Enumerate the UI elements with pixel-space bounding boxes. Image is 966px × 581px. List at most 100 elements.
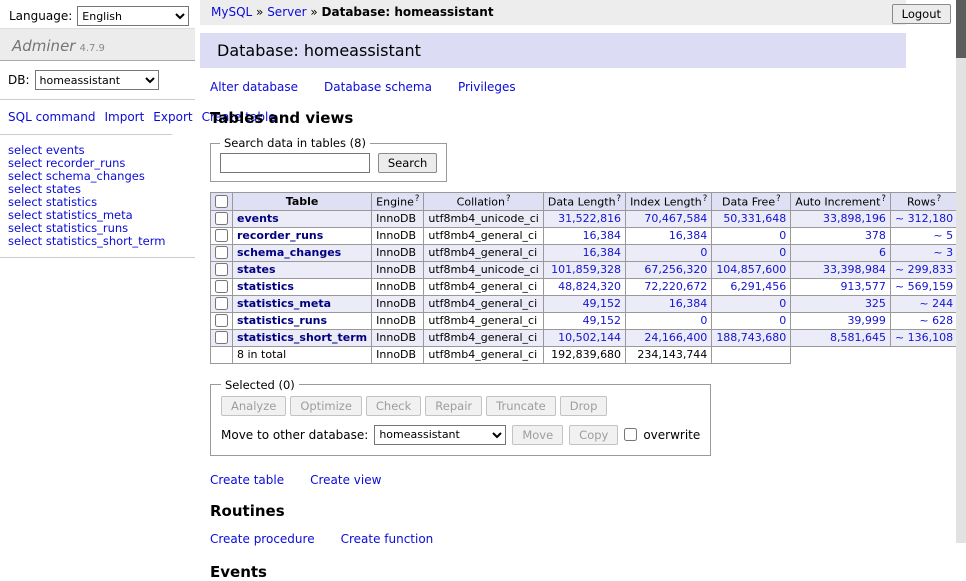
rows-link[interactable]: ~ 136,108 (895, 331, 953, 344)
create-function-link[interactable]: Create function (341, 532, 434, 546)
logout-button[interactable]: Logout (892, 4, 951, 24)
create-procedure-link[interactable]: Create procedure (210, 532, 315, 546)
index-length-link[interactable]: 24,166,400 (644, 331, 707, 344)
auto-increment-link[interactable]: 8,581,645 (830, 331, 886, 344)
sidebar-table-link-statistics[interactable]: statistics (46, 195, 97, 209)
check-button[interactable]: Check (366, 396, 421, 416)
data-free-link[interactable]: 0 (779, 229, 786, 242)
create-view-link[interactable]: Create view (310, 473, 381, 487)
data-free-link[interactable]: 6,291,456 (730, 280, 786, 293)
row-checkbox-statistics-short-term[interactable] (215, 331, 228, 344)
index-length-link[interactable]: 0 (700, 246, 707, 259)
auto-increment-link[interactable]: 378 (865, 229, 886, 242)
sidebar-table-link-schema-changes[interactable]: schema_changes (46, 169, 145, 183)
row-checkbox-statistics-meta[interactable] (215, 297, 228, 310)
data-length-link[interactable]: 48,824,320 (558, 280, 621, 293)
optimize-button[interactable]: Optimize (290, 396, 362, 416)
index-length-link[interactable]: 70,467,584 (644, 212, 707, 225)
select-link-schema-changes[interactable]: select (8, 169, 42, 183)
overwrite-checkbox[interactable] (624, 428, 637, 441)
search-button[interactable]: Search (378, 153, 438, 173)
table-name-link-recorder-runs[interactable]: recorder_runs (237, 229, 323, 242)
rows-link[interactable]: ~ 312,180 (895, 212, 953, 225)
sidebar-link-import[interactable]: Import (104, 110, 144, 124)
data-length-link[interactable]: 49,152 (583, 297, 622, 310)
sidebar-table-link-statistics-short-term[interactable]: statistics_short_term (46, 234, 166, 248)
auto-increment-link[interactable]: 39,999 (847, 314, 886, 327)
rows-link[interactable]: ~ 628 (919, 314, 953, 327)
index-length-link[interactable]: 0 (700, 314, 707, 327)
move-db-select[interactable]: homeassistant (374, 425, 506, 445)
analyze-button[interactable]: Analyze (221, 396, 286, 416)
select-link-statistics[interactable]: select (8, 195, 42, 209)
rows-link[interactable]: ~ 244 (919, 297, 953, 310)
select-link-states[interactable]: select (8, 182, 42, 196)
sidebar-table-link-statistics-runs[interactable]: statistics_runs (46, 221, 128, 235)
index-length-link[interactable]: 16,384 (669, 229, 708, 242)
data-length-link[interactable]: 49,152 (583, 314, 622, 327)
data-free-link[interactable]: 104,857,600 (716, 263, 786, 276)
select-link-statistics-runs[interactable]: select (8, 221, 42, 235)
auto-increment-link[interactable]: 33,898,196 (823, 212, 886, 225)
select-all-checkbox[interactable] (215, 195, 228, 208)
row-checkbox-statistics[interactable] (215, 280, 228, 293)
auto-increment-link[interactable]: 6 (879, 246, 886, 259)
scrollbar[interactable] (956, 0, 966, 543)
table-name-link-schema-changes[interactable]: schema_changes (237, 246, 341, 259)
table-name-link-statistics[interactable]: statistics (237, 280, 294, 293)
data-length-link[interactable]: 16,384 (583, 246, 622, 259)
sidebar-link-sql-command[interactable]: SQL command (8, 110, 95, 124)
data-free-link[interactable]: 188,743,680 (716, 331, 786, 344)
breadcrumb-link-server[interactable]: Server (267, 5, 306, 19)
privileges-link[interactable]: Privileges (458, 80, 516, 94)
data-free-link[interactable]: 0 (779, 314, 786, 327)
auto-increment-link[interactable]: 325 (865, 297, 886, 310)
row-checkbox-schema-changes[interactable] (215, 246, 228, 259)
index-length-link[interactable]: 67,256,320 (644, 263, 707, 276)
index-length-link[interactable]: 16,384 (669, 297, 708, 310)
alter-database-link[interactable]: Alter database (210, 80, 298, 94)
select-link-recorder-runs[interactable]: select (8, 156, 42, 170)
breadcrumb-link-mysql[interactable]: MySQL (211, 5, 252, 19)
sidebar-table-link-statistics-meta[interactable]: statistics_meta (46, 208, 133, 222)
move-button[interactable]: Move (512, 425, 563, 445)
rows-link[interactable]: ~ 299,833 (895, 263, 953, 276)
copy-button[interactable]: Copy (569, 425, 618, 445)
data-free-link[interactable]: 0 (779, 246, 786, 259)
rows-link[interactable]: ~ 3 (933, 246, 953, 259)
sidebar-link-export[interactable]: Export (153, 110, 192, 124)
index-length-link[interactable]: 72,220,672 (644, 280, 707, 293)
sidebar-table-link-events[interactable]: events (46, 143, 85, 157)
row-checkbox-recorder-runs[interactable] (215, 229, 228, 242)
data-length-link[interactable]: 101,859,328 (551, 263, 621, 276)
db-select[interactable]: homeassistant (35, 70, 159, 90)
scrollbar-thumb[interactable] (956, 0, 966, 58)
select-link-statistics-meta[interactable]: select (8, 208, 42, 222)
language-select[interactable]: English (77, 6, 189, 26)
table-name-link-statistics-runs[interactable]: statistics_runs (237, 314, 327, 327)
sidebar-table-link-recorder-runs[interactable]: recorder_runs (46, 156, 126, 170)
rows-link[interactable]: ~ 5 (933, 229, 953, 242)
create-table-link[interactable]: Create table (210, 473, 284, 487)
row-checkbox-events[interactable] (215, 212, 228, 225)
table-name-link-statistics-meta[interactable]: statistics_meta (237, 297, 331, 310)
select-link-statistics-short-term[interactable]: select (8, 234, 42, 248)
select-link-events[interactable]: select (8, 143, 42, 157)
repair-button[interactable]: Repair (425, 396, 482, 416)
table-name-link-events[interactable]: events (237, 212, 279, 225)
row-checkbox-statistics-runs[interactable] (215, 314, 228, 327)
truncate-button[interactable]: Truncate (486, 396, 556, 416)
data-length-link[interactable]: 31,522,816 (558, 212, 621, 225)
data-free-link[interactable]: 50,331,648 (723, 212, 786, 225)
database-schema-link[interactable]: Database schema (324, 80, 432, 94)
search-input[interactable] (220, 153, 370, 173)
table-name-link-statistics-short-term[interactable]: statistics_short_term (237, 331, 367, 344)
drop-button[interactable]: Drop (560, 396, 608, 416)
auto-increment-link[interactable]: 913,577 (840, 280, 886, 293)
data-free-link[interactable]: 0 (779, 297, 786, 310)
data-length-link[interactable]: 16,384 (583, 229, 622, 242)
data-length-link[interactable]: 10,502,144 (558, 331, 621, 344)
sidebar-table-link-states[interactable]: states (46, 182, 81, 196)
row-checkbox-states[interactable] (215, 263, 228, 276)
rows-link[interactable]: ~ 569,159 (895, 280, 953, 293)
